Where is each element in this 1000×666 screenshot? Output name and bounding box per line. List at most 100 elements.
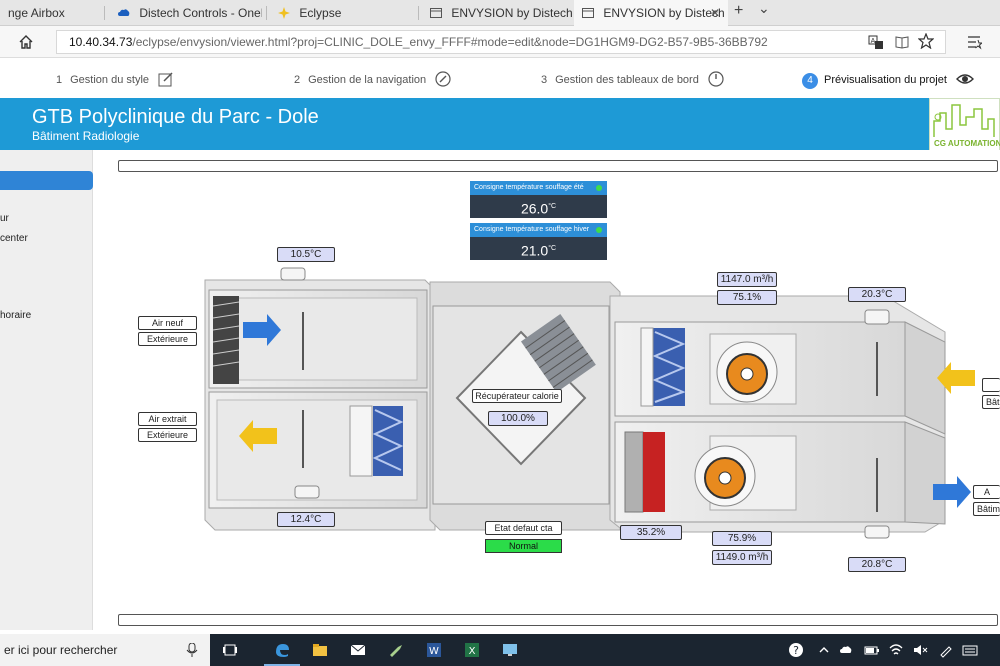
remote-desktop-icon[interactable] — [502, 642, 518, 658]
tab-divider — [104, 6, 105, 20]
new-tab-button[interactable]: + — [734, 2, 743, 20]
label-batiment-2: Bâtim — [973, 502, 1000, 516]
mail-icon[interactable] — [350, 642, 366, 658]
temp-air-neuf[interactable]: 10.5°C — [277, 247, 335, 262]
svg-text:W: W — [429, 646, 439, 657]
favorites-hub-icon[interactable] — [966, 34, 982, 50]
home-icon[interactable] — [18, 34, 34, 50]
consigne-label: Consigne température souffage hiver — [474, 226, 590, 233]
translate-icon[interactable]: A — [868, 34, 884, 50]
tab-envysion-1[interactable]: ENVYSION by Distech Contr — [422, 0, 572, 26]
favorite-star-icon[interactable] — [918, 33, 934, 49]
svg-text:X: X — [469, 646, 476, 657]
svg-text:A: A — [871, 38, 876, 45]
dashboard-frame-bottom — [118, 614, 998, 626]
app-tool-icon[interactable] — [388, 642, 404, 658]
tab-airbox[interactable]: nge Airbox — [0, 0, 100, 26]
sidebar: ur center horaire — [0, 150, 93, 630]
tab-menu-chevron-icon[interactable]: ⌄ — [758, 0, 770, 17]
excel-icon[interactable]: X — [464, 642, 480, 658]
label-right-1 — [982, 378, 1000, 392]
show-hidden-icons-chevron-icon[interactable] — [816, 642, 832, 658]
onedrive-tray-icon[interactable] — [840, 642, 856, 658]
url-host: 10.40.34.73 — [69, 35, 133, 49]
consigne-unit: °C — [548, 245, 557, 252]
task-view-icon[interactable] — [222, 642, 238, 658]
sidebar-item[interactable]: ur — [0, 213, 9, 224]
project-header: GTB Polyclinique du Parc - Dole Bâtiment… — [0, 98, 1000, 150]
company-logo: CG AUTOMATION — [929, 98, 1000, 151]
file-explorer-icon[interactable] — [312, 642, 328, 658]
step-number: 2 — [294, 74, 301, 86]
temp-air-extrait[interactable]: 12.4°C — [277, 512, 335, 527]
battery-icon[interactable] — [864, 642, 880, 658]
step-number-badge: 4 — [802, 73, 818, 89]
tab-envysion-active[interactable]: ENVYSION by Distech C ✕ — [574, 0, 728, 26]
consigne-ete-panel[interactable]: Consigne température souffage été 26.0°C — [470, 181, 607, 218]
step-label: Gestion du style — [70, 74, 149, 86]
step-dashboards[interactable]: 3 Gestion des tableaux de bord — [541, 71, 724, 87]
temp-reprise[interactable]: 20.8°C — [848, 557, 906, 572]
vitesse-soufflage[interactable]: 75.1% — [717, 290, 777, 305]
debit-reprise[interactable]: 1149.0 m³/h — [712, 550, 772, 565]
page-subtitle: Bâtiment Radiologie — [32, 129, 140, 143]
city-skyline-logo-icon — [933, 104, 995, 137]
consigne-hiver-panel[interactable]: Consigne température souffage hiver 21.0… — [470, 223, 607, 260]
label-batiment-1: Bâti — [982, 395, 1000, 409]
right-casing — [609, 295, 946, 533]
sensor-air-extrait — [294, 485, 320, 499]
step-label: Gestion de la navigation — [308, 74, 427, 86]
help-icon[interactable]: ? — [788, 642, 804, 658]
vanne-batterie[interactable]: 35.2% — [620, 525, 682, 540]
url-text[interactable]: 10.40.34.73/eclypse/envysion/viewer.html… — [69, 35, 768, 49]
edit-pencil-icon — [158, 72, 173, 87]
url-path: /eclypse/envysion/viewer.html?proj=CLINI… — [132, 35, 768, 49]
word-icon[interactable]: W — [426, 642, 442, 658]
tab-eclypse[interactable]: Eclypse — [270, 0, 418, 26]
heat-recovery-section — [429, 281, 621, 531]
sidebar-item[interactable]: horaire — [0, 310, 31, 321]
step-preview[interactable]: 4 Prévisualisation du projet — [802, 71, 974, 89]
recuperateur-label: Récupérateur calorie — [472, 389, 562, 403]
sidebar-item-active[interactable] — [0, 171, 93, 190]
eye-icon — [955, 74, 974, 84]
step-style[interactable]: 1 Gestion du style — [56, 71, 174, 87]
left-casing — [204, 279, 436, 531]
close-tab-icon[interactable]: ✕ — [710, 0, 720, 26]
temp-soufflage[interactable]: 20.3°C — [848, 287, 906, 302]
tab-label: Distech Controls - OneDrive — [139, 6, 262, 20]
edge-browser-icon[interactable] — [274, 642, 290, 658]
status-dot-icon — [596, 185, 602, 191]
step-label: Prévisualisation du projet — [824, 74, 947, 86]
volume-muted-icon[interactable] — [912, 642, 928, 658]
tab-divider — [266, 6, 267, 20]
touch-keyboard-icon[interactable] — [962, 642, 978, 658]
debit-soufflage[interactable]: 1147.0 m³/h — [717, 272, 777, 287]
svg-text:?: ? — [793, 644, 799, 657]
microphone-icon[interactable] — [186, 643, 198, 657]
pen-workspace-icon[interactable] — [938, 642, 954, 658]
label-right-2: A — [973, 485, 1000, 499]
taskbar-search-input[interactable]: er ici pour rechercher — [0, 634, 210, 666]
reading-view-icon[interactable] — [894, 34, 910, 50]
sidebar-item[interactable]: center — [0, 233, 28, 244]
url-field[interactable]: 10.40.34.73/eclypse/envysion/viewer.html… — [56, 30, 946, 54]
page-icon — [582, 8, 594, 18]
vitesse-reprise[interactable]: 75.9% — [712, 531, 772, 546]
label-air-neuf: Air neuf — [138, 316, 197, 330]
tab-label: nge Airbox — [8, 6, 65, 20]
windows-taskbar: er ici pour rechercher W X ? — [0, 634, 1000, 666]
onedrive-cloud-icon — [118, 9, 130, 16]
dashboard-frame-top — [118, 160, 998, 172]
logo-text: CG AUTOMATION — [934, 139, 1000, 148]
etat-defaut-status[interactable]: Normal — [485, 539, 562, 553]
wifi-icon[interactable] — [888, 642, 904, 658]
air-handling-unit-diagram — [204, 267, 975, 539]
step-number: 1 — [56, 74, 63, 86]
step-navigation[interactable]: 2 Gestion de la navigation — [294, 71, 451, 87]
page-icon — [430, 8, 442, 18]
tab-onedrive[interactable]: Distech Controls - OneDrive — [110, 0, 262, 26]
recuperateur-value[interactable]: 100.0% — [488, 411, 548, 426]
tab-label: ENVYSION by Distech Contr — [451, 6, 572, 20]
step-label: Gestion des tableaux de bord — [555, 74, 699, 86]
